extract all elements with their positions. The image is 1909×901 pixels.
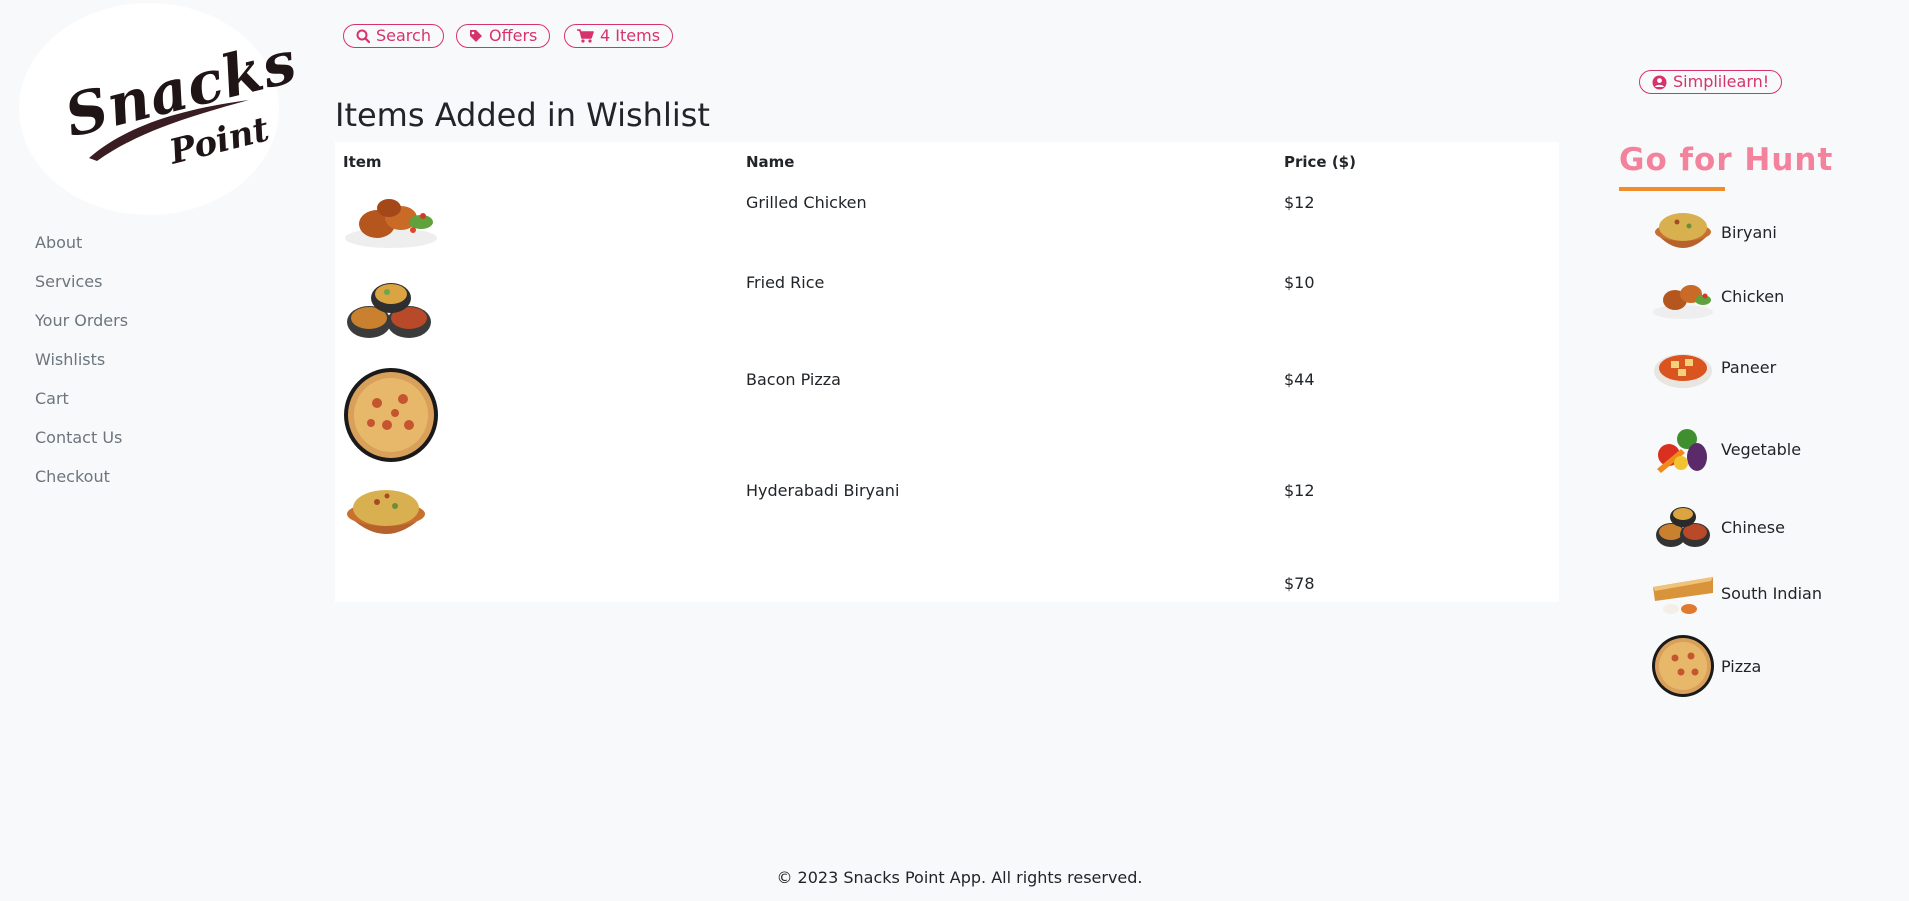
row-item-price: $44 [1284,370,1315,389]
row-item-name: Bacon Pizza [746,370,841,389]
category-label: Biryani [1721,222,1777,242]
sidebar-item-cart[interactable]: Cart [35,388,128,427]
row-item-name: Fried Rice [746,273,825,292]
wishlist-table: Item Name Price ($) Grilled Chicken $12 … [335,142,1559,602]
cart-icon [577,29,594,43]
category-label: Pizza [1721,656,1762,676]
pizza-image [1652,635,1714,697]
search-icon [356,29,370,43]
wishlist-total: $78 [1284,574,1315,593]
cart-button-label: 4 Items [600,26,661,45]
sidebar-item-wishlists[interactable]: Wishlists [35,349,128,388]
search-button[interactable]: Search [343,24,444,48]
user-profile-label: Simplilearn! [1673,72,1770,91]
brand-logo[interactable]: Snacks Point [19,3,304,215]
category-south-indian[interactable]: South Indian [1651,563,1822,623]
column-header-name: Name [746,153,795,171]
hunt-title-underline [1619,187,1725,191]
footer-copyright: © 2023 Snacks Point App. All rights rese… [776,868,1143,887]
offers-button[interactable]: Offers [456,24,551,48]
row-item-price: $10 [1284,273,1315,292]
sidebar-item-services[interactable]: Services [35,271,128,310]
row-item-name: Grilled Chicken [746,193,867,212]
user-circle-icon [1652,75,1667,89]
category-paneer[interactable]: Paneer [1651,337,1776,397]
category-label: Paneer [1721,357,1777,377]
category-biryani[interactable]: Biryani [1651,202,1777,262]
bacon-pizza-image [344,368,438,462]
column-header-item: Item [343,153,382,171]
sidebar-item-your-orders[interactable]: Your Orders [35,310,128,349]
row-item-price: $12 [1284,481,1315,500]
category-chinese[interactable]: Chinese [1651,497,1785,557]
grilled-chicken-image [345,199,437,248]
vegetable-image [1657,429,1707,473]
chinese-image [1656,507,1710,547]
fried-rice-image [347,283,431,338]
search-button-label: Search [376,26,431,45]
column-header-price: Price ($) [1284,153,1356,171]
paneer-image [1654,354,1712,388]
category-vegetable[interactable]: Vegetable [1651,419,1801,479]
user-profile-button[interactable]: Simplilearn! [1639,70,1783,94]
chicken-image [1653,285,1713,319]
category-label: Vegetable [1721,439,1802,459]
category-pizza[interactable]: Pizza [1651,633,1761,699]
hyderabadi-biryani-image [347,490,425,534]
hunt-title: Go for Hunt [1619,142,1834,178]
biryani-image [1655,213,1711,248]
offers-button-label: Offers [489,26,538,45]
category-chicken[interactable]: Chicken [1651,266,1784,326]
sidebar-item-contact-us[interactable]: Contact Us [35,427,128,466]
south-indian-image [1653,577,1713,614]
row-item-name: Hyderabadi Biryani [746,481,900,500]
row-item-price: $12 [1284,193,1315,212]
category-label: Chinese [1721,517,1785,537]
sidebar-item-about[interactable]: About [35,232,128,271]
category-label: Chicken [1721,286,1785,306]
page-title: Items Added in Wishlist [335,96,710,134]
cart-button[interactable]: 4 Items [564,24,674,48]
sidebar-nav: About Services Your Orders Wishlists Car… [35,232,128,505]
tag-icon [470,30,482,42]
category-label: South Indian [1721,583,1822,603]
sidebar-item-checkout[interactable]: Checkout [35,466,128,505]
